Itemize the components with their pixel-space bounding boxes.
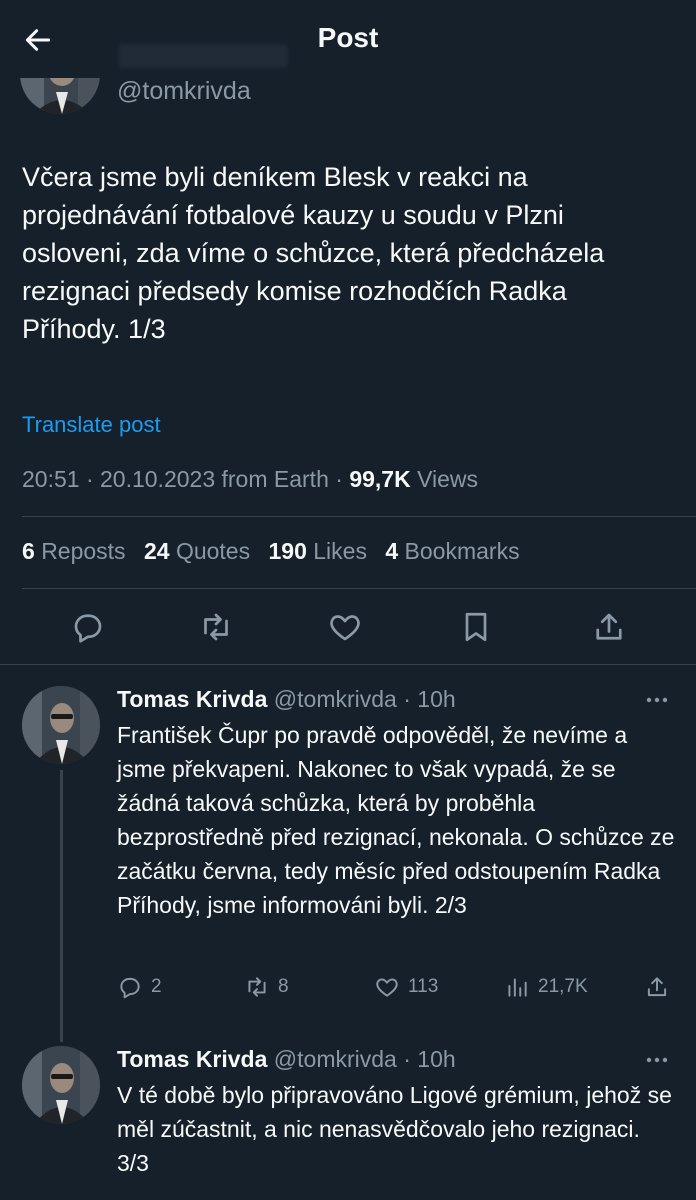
post-timestamp: 20:51 · 20.10.2023 from Earth · xyxy=(22,466,343,492)
reply-action-bar: 2 8 113 21,7K xyxy=(0,970,696,1004)
reply-header: Tomas Krivda @tomkrivda · 10h xyxy=(117,686,456,713)
reply-author-name[interactable]: Tomas Krivda xyxy=(117,1046,267,1072)
views-count[interactable]: 99,7K xyxy=(349,466,410,492)
post-text: Včera jsme byli deníkem Blesk v reakci n… xyxy=(22,162,605,344)
divider xyxy=(0,664,696,665)
reply-handle-time: @tomkrivda · 10h xyxy=(273,1046,456,1072)
more-icon[interactable] xyxy=(642,690,672,710)
page-title: Post xyxy=(317,22,379,53)
views-icon xyxy=(508,978,527,997)
like-count: 113 xyxy=(408,976,439,997)
reply-icon[interactable] xyxy=(70,609,106,645)
reply-header: Tomas Krivda @tomkrivda · 10h xyxy=(117,1046,456,1073)
like-button[interactable]: 113 xyxy=(374,970,438,1004)
share-button[interactable] xyxy=(644,970,670,1004)
share-icon xyxy=(647,977,667,997)
reply-author-name[interactable]: Tomas Krivda xyxy=(117,686,267,712)
bookmarks-stat[interactable]: 4 Bookmarks xyxy=(385,538,519,564)
author-handle[interactable]: @tomkrivda xyxy=(117,77,251,106)
reply-handle-time: @tomkrivda · 10h xyxy=(273,686,456,712)
divider xyxy=(22,588,696,589)
engagement-stats: 6 Reposts 24 Quotes 190 Likes 4 Bookmark… xyxy=(22,538,520,565)
avatar[interactable] xyxy=(22,1046,100,1124)
reply-count: 2 xyxy=(151,976,162,997)
likes-stat[interactable]: 190 Likes xyxy=(268,538,366,564)
share-icon[interactable] xyxy=(591,609,627,645)
reposts-stat[interactable]: 6 Reposts xyxy=(22,538,126,564)
like-icon xyxy=(376,978,398,997)
post-action-bar xyxy=(0,605,696,651)
top-bar: Post xyxy=(0,0,696,78)
views-label: Views xyxy=(417,466,479,492)
quotes-stat[interactable]: 24 Quotes xyxy=(144,538,250,564)
post-meta: 20:51 · 20.10.2023 from Earth · 99,7K Vi… xyxy=(22,466,478,493)
divider xyxy=(22,516,696,517)
views-count: 21,7K xyxy=(538,976,588,997)
reply-button[interactable]: 2 xyxy=(117,970,162,1004)
repost-button[interactable]: 8 xyxy=(244,970,289,1004)
like-icon[interactable] xyxy=(327,609,363,645)
bookmark-icon[interactable] xyxy=(458,609,494,645)
repost-icon xyxy=(248,977,266,997)
more-icon[interactable] xyxy=(642,1050,672,1070)
repost-icon[interactable] xyxy=(198,609,234,645)
repost-count: 8 xyxy=(278,976,289,997)
avatar[interactable] xyxy=(22,686,100,764)
reply-icon xyxy=(120,977,140,999)
reply-text: V té době bylo připravováno Ligové grémi… xyxy=(117,1082,672,1176)
views-button[interactable]: 21,7K xyxy=(504,970,588,1004)
translate-post-link[interactable]: Translate post xyxy=(22,412,161,438)
reply-text: František Čupr po pravdě odpověděl, že n… xyxy=(117,722,675,918)
